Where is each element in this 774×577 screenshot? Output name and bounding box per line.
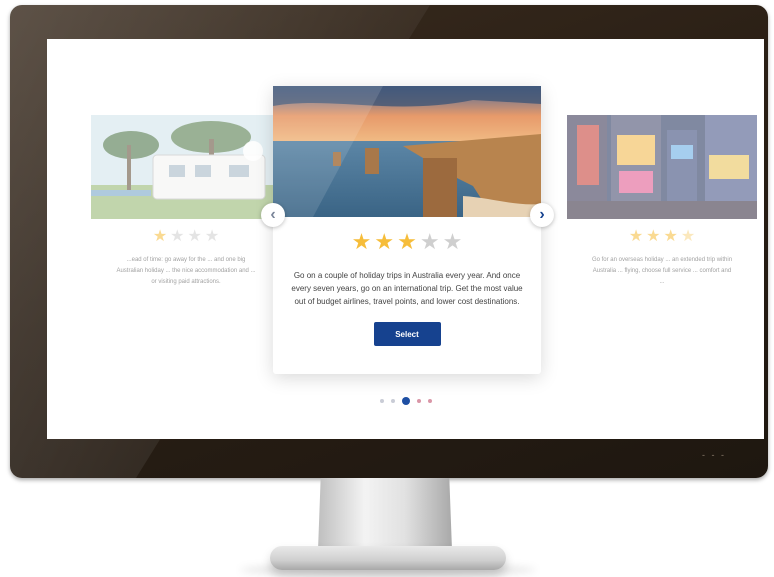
rating-stars: ★ ★ ★ ★ <box>567 229 757 245</box>
card-image-twelve-apostles <box>273 86 541 217</box>
card-image-campervan <box>91 115 281 219</box>
twelve-apostles-illustration <box>273 86 541 217</box>
carousel-card-active[interactable]: ★ ★ ★ ★ ★ Go on a couple of holiday trip… <box>273 86 541 374</box>
star-icon: ★ <box>646 228 661 245</box>
monitor-frame: - - - ★ ★ ★ ★ ...ead of time: go away fo… <box>10 5 768 478</box>
carousel-card-right[interactable]: ★ ★ ★ ★ Go for an overseas holiday ... a… <box>567 115 757 315</box>
star-icon: ★ <box>351 229 372 254</box>
star-icon: ★ <box>442 229 463 254</box>
bezel-indicator: - - - <box>702 450 726 460</box>
chevron-right-icon: › <box>539 206 545 223</box>
pagination-dot-active[interactable] <box>401 397 410 405</box>
card-image-times-square <box>567 115 757 219</box>
campervan-illustration <box>91 115 281 219</box>
card-description: Go for an overseas holiday ... an extend… <box>591 257 733 285</box>
star-icon: ★ <box>170 228 185 245</box>
star-icon: ★ <box>187 228 202 245</box>
star-icon: ★ <box>628 228 644 245</box>
carousel-next-button[interactable]: › <box>530 203 554 227</box>
monitor-stand-neck <box>318 478 452 550</box>
star-icon: ★ <box>419 229 440 254</box>
star-icon: ★ <box>397 229 417 254</box>
rating-stars: ★ ★ ★ ★ <box>91 229 281 245</box>
pagination-dot[interactable] <box>416 399 421 403</box>
star-half-icon: ★ <box>680 228 696 245</box>
pagination-dot[interactable] <box>427 399 432 403</box>
pagination-dot[interactable] <box>390 399 395 403</box>
rating-stars: ★ ★ ★ ★ ★ <box>273 231 541 253</box>
times-square-illustration <box>567 115 757 219</box>
carousel-pagination <box>47 397 764 405</box>
star-icon: ★ <box>152 228 168 245</box>
carousel-prev-button[interactable]: ‹ <box>261 203 285 227</box>
star-icon: ★ <box>204 228 220 245</box>
card-description: ...ead of time: go away for the ... and … <box>116 257 256 285</box>
pagination-dot[interactable] <box>379 399 384 403</box>
select-button[interactable]: Select <box>373 322 441 346</box>
monitor-stand-base <box>270 546 506 570</box>
star-icon: ★ <box>374 229 395 254</box>
star-icon: ★ <box>663 228 678 245</box>
chevron-left-icon: ‹ <box>270 206 276 223</box>
carousel-card-left[interactable]: ★ ★ ★ ★ ...ead of time: go away for the … <box>91 115 281 315</box>
card-description: Go on a couple of holiday trips in Austr… <box>291 271 523 306</box>
screen: ★ ★ ★ ★ ...ead of time: go away for the … <box>47 39 764 439</box>
